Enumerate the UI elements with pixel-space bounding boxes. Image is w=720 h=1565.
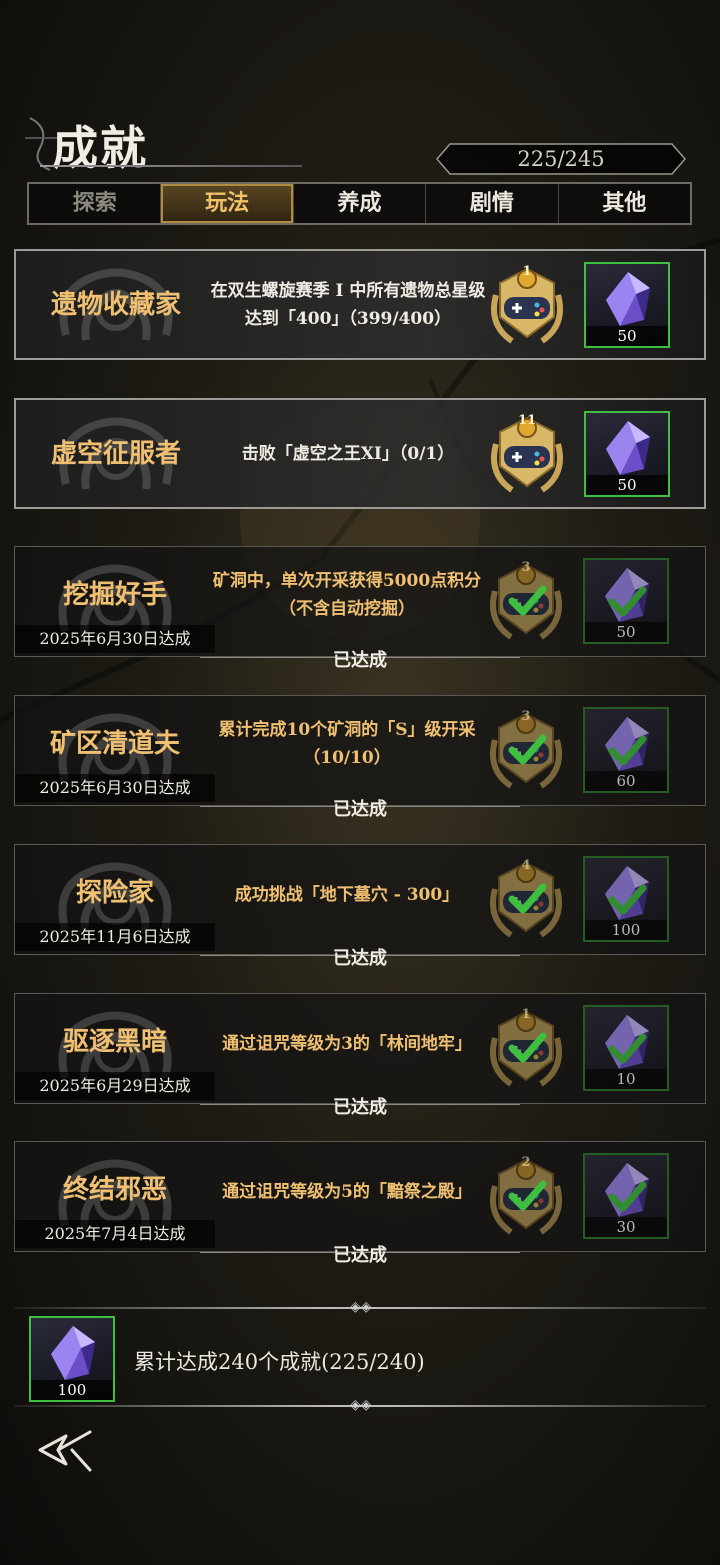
checkmark-icon	[608, 1033, 647, 1064]
badge-level: 1	[521, 1007, 531, 1022]
achievement-card[interactable]: 矿区清道夫 累计完成10个矿洞的「S」级开采（10/10） 3 60 2025年6月30…	[14, 695, 706, 806]
completion-date: 2025年6月30日达成	[15, 625, 215, 653]
reward-item[interactable]: 50	[584, 411, 670, 497]
completion-date: 2025年6月29日达成	[15, 1072, 215, 1100]
checkmark-icon	[608, 1181, 647, 1212]
badge-level: 3	[521, 560, 531, 575]
crystal-gem-icon	[606, 272, 650, 326]
divider-ornament: ◈◈	[350, 1299, 372, 1315]
completion-date: 2025年7月4日达成	[15, 1220, 215, 1248]
tab-story[interactable]: 剧情	[426, 184, 559, 223]
completed-label: 已达成	[333, 650, 387, 671]
reward-count: 50	[586, 326, 668, 346]
divider-ornament: ◈◈	[350, 1397, 372, 1413]
checkmark-icon	[508, 734, 547, 765]
tab-other[interactable]: 其他	[559, 184, 690, 223]
tab-gameplay[interactable]: 玩法	[161, 184, 294, 223]
badge-level: 3	[521, 709, 531, 724]
checkmark-icon	[608, 586, 647, 617]
checkmark-icon	[608, 735, 647, 766]
reward-count: 10	[585, 1069, 667, 1089]
progress-count: 225/245	[517, 147, 605, 171]
total-achievement-text: 累计达成240个成就(225/240)	[134, 1350, 425, 1374]
crystal-gem-icon	[51, 1326, 95, 1380]
checkmark-icon	[508, 883, 547, 914]
title-underline	[40, 165, 302, 167]
completion-date: 2025年11月6日达成	[15, 923, 215, 951]
achievement-card[interactable]: 驱逐黑暗 通过诅咒等级为3的「林间地牢」 1 10 2025年6月29日达成	[14, 993, 706, 1104]
completed-label: 已达成	[333, 1245, 387, 1266]
page-title: 成就	[52, 121, 148, 175]
category-tabs: 探索 玩法 养成 剧情 其他	[27, 182, 692, 225]
achievement-progress: 225/245	[436, 143, 686, 175]
reward-count: 50	[585, 622, 667, 642]
badge-level: 4	[521, 858, 531, 873]
achievement-card[interactable]: 遗物收藏家 在双生螺旋赛季 I 中所有遗物总星级达到「400」（399/400） 1…	[14, 249, 706, 360]
completion-date: 2025年6月30日达成	[15, 774, 215, 802]
checkmark-icon	[508, 585, 547, 616]
achievement-card[interactable]: 挖掘好手 矿洞中，单次开采获得5000点积分（不含自动挖掘） 3 50 2025年6月3…	[14, 546, 706, 657]
back-arrow-icon[interactable]	[36, 1428, 96, 1474]
achievement-card[interactable]: 终结邪恶 通过诅咒等级为5的「黯祭之殿」 2 30 2025年7月4日达成	[14, 1141, 706, 1252]
tab-growth[interactable]: 养成	[294, 184, 427, 223]
completed-label: 已达成	[333, 1097, 387, 1118]
achievement-description: 成功挑战「地下墓穴 - 300」	[234, 885, 460, 905]
tab-explore[interactable]: 探索	[29, 184, 162, 223]
achievement-card[interactable]: 探险家 成功挑战「地下墓穴 - 300」 4 100 2025年11月6日达成	[14, 844, 706, 955]
reward-item[interactable]: 100	[583, 856, 669, 942]
reward-count: 50	[586, 475, 668, 495]
achievement-description: 击败「虚空之王XI」（0/1）	[241, 444, 455, 464]
reward-item[interactable]: 50	[583, 558, 669, 644]
reward-count: 100	[585, 920, 667, 940]
total-reward-item[interactable]: 100	[29, 1316, 115, 1402]
achievement-name: 虚空征服者	[50, 439, 181, 469]
completed-label: 已达成	[333, 948, 387, 969]
achievement-name: 遗物收藏家	[50, 290, 181, 320]
badge-level: 2	[521, 1155, 531, 1170]
reward-count: 30	[585, 1217, 667, 1237]
reward-item[interactable]: 60	[583, 707, 669, 793]
reward-item[interactable]: 30	[583, 1153, 669, 1239]
achievement-description: 通过诅咒等级为3的「林间地牢」	[222, 1034, 472, 1054]
completed-label: 已达成	[333, 799, 387, 820]
achievement-description: 累计完成10个矿洞的「S」级开采（10/10）	[218, 720, 476, 768]
badge-level: 11	[517, 413, 537, 428]
achievement-card[interactable]: 虚空征服者 击败「虚空之王XI」（0/1） 11 50	[14, 398, 706, 509]
crystal-gem-icon	[606, 421, 650, 475]
checkmark-icon	[608, 884, 647, 915]
reward-item[interactable]: 50	[584, 262, 670, 348]
reward-count: 60	[585, 771, 667, 791]
checkmark-icon	[508, 1180, 547, 1211]
achievement-description: 在双生螺旋赛季 I 中所有遗物总星级达到「400」（399/400）	[210, 281, 486, 329]
badge-level: 1	[522, 264, 532, 279]
reward-item[interactable]: 10	[583, 1005, 669, 1091]
achievement-description: 通过诅咒等级为5的「黯祭之殿」	[222, 1182, 472, 1202]
achievement-description: 矿洞中，单次开采获得5000点积分（不含自动挖掘）	[212, 571, 482, 619]
total-reward-count: 100	[31, 1380, 113, 1400]
checkmark-icon	[508, 1032, 547, 1063]
